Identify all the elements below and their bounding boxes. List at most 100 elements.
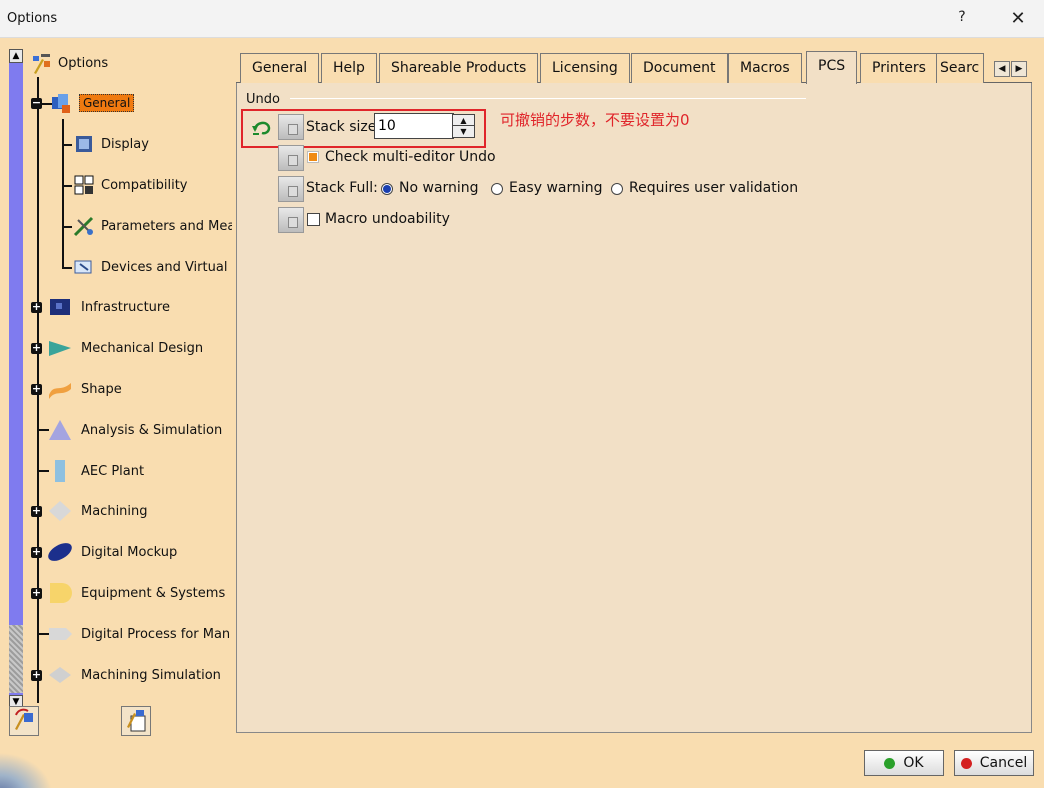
stack-size-lock-button[interactable] — [278, 114, 304, 140]
cancel-button-label: Cancel — [979, 755, 1028, 771]
radio-no-warning[interactable] — [381, 183, 393, 195]
macro-lock-button[interactable] — [278, 207, 304, 233]
stack-size-input[interactable] — [374, 113, 454, 139]
radio-requires-validation-label[interactable]: Requires user validation — [629, 180, 798, 196]
tab-licensing[interactable]: Licensing — [540, 53, 630, 83]
tree-item-label: General — [79, 94, 135, 112]
undo-icon[interactable] — [250, 116, 274, 138]
tab-macros[interactable]: Macros — [728, 53, 802, 83]
tree-connector — [62, 267, 72, 269]
tree-item-parameters[interactable]: Parameters and Meas — [72, 214, 232, 238]
tree-item-machining[interactable]: Machining — [48, 499, 232, 523]
tree-item-equipment[interactable]: Equipment & Systems — [48, 581, 232, 605]
analysis-icon — [49, 420, 71, 440]
radio-requires-validation[interactable] — [611, 183, 623, 195]
tree-item-label: Digital Process for Manu — [81, 626, 231, 642]
tab-strip: General Help Shareable Products Licensin… — [236, 49, 1032, 84]
options-tree: ▲ ▼ Options − General Display Compatibil… — [0, 39, 233, 709]
tree-item-mechanical-design[interactable]: Mechanical Design — [48, 336, 232, 360]
undo-section-title: Undo — [246, 92, 280, 107]
tree-item-devices[interactable]: Devices and Virtual R — [72, 255, 232, 279]
close-button[interactable]: ✕ — [1000, 6, 1036, 32]
infrastructure-expander[interactable]: + — [31, 301, 42, 313]
tab-search[interactable]: Searc — [936, 53, 984, 83]
tree-item-compatibility[interactable]: Compatibility — [72, 173, 232, 197]
tree-item-label: AEC Plant — [81, 463, 145, 479]
dialog-body: ▲ ▼ Options − General Display Compatibil… — [0, 39, 1044, 788]
tree-connector — [62, 144, 72, 146]
tree-item-general[interactable]: General — [50, 91, 230, 115]
tree-item-label: Mechanical Design — [81, 340, 204, 356]
digital-process-icon — [49, 628, 72, 640]
radio-no-warning-label[interactable]: No warning — [399, 180, 479, 196]
radio-easy-warning[interactable] — [491, 183, 503, 195]
tab-scroll-left[interactable]: ◀ — [994, 61, 1010, 77]
options-icon — [33, 54, 50, 74]
tree-item-shape[interactable]: Shape — [48, 377, 232, 401]
tab-pcs[interactable]: PCS — [806, 51, 858, 84]
machining-expander[interactable]: + — [31, 505, 42, 517]
tab-help[interactable]: Help — [321, 53, 377, 83]
equipment-icon — [50, 583, 72, 603]
tree-item-digital-mockup[interactable]: Digital Mockup — [48, 540, 232, 564]
mechanical-design-icon — [49, 341, 71, 356]
infrastructure-icon — [50, 299, 70, 315]
mechanical-design-expander[interactable]: + — [31, 342, 42, 354]
tree-connector — [62, 226, 72, 228]
tab-printers[interactable]: Printers — [860, 53, 938, 83]
tab-general[interactable]: General — [240, 53, 320, 83]
ok-button-label: OK — [903, 755, 924, 771]
radio-easy-warning-label[interactable]: Easy warning — [509, 180, 603, 196]
tree-item-infrastructure[interactable]: Infrastructure — [48, 295, 232, 319]
tree-item-aec-plant[interactable]: AEC Plant — [48, 459, 232, 483]
macro-undoability-checkbox[interactable] — [307, 213, 320, 226]
stack-full-lock-button[interactable] — [278, 176, 304, 202]
general-expander[interactable]: − — [31, 97, 42, 109]
machining-icon — [49, 501, 71, 521]
tab-scroll-right[interactable]: ▶ — [1011, 61, 1027, 77]
tree-item-analysis[interactable]: Analysis & Simulation — [48, 418, 232, 442]
tree-item-display[interactable]: Display — [72, 132, 232, 156]
tree-item-digital-process[interactable]: Digital Process for Manu — [48, 622, 232, 646]
window-title: Options — [7, 11, 58, 26]
digital-mockup-expander[interactable]: + — [31, 546, 42, 558]
macro-undoability-label[interactable]: Macro undoability — [325, 211, 450, 227]
parameters-icon — [73, 216, 94, 237]
machining-simulation-expander[interactable]: + — [31, 669, 42, 681]
ok-dot-icon — [884, 757, 896, 769]
help-button[interactable]: ? — [952, 9, 972, 29]
multi-editor-label[interactable]: Check multi-editor Undo — [325, 149, 496, 165]
reset-defaults-button[interactable] — [9, 706, 39, 736]
tree-item-machining-simulation[interactable]: Machining Simulation — [48, 663, 232, 687]
stack-size-spinner[interactable]: ▲ ▼ — [452, 114, 475, 138]
cancel-dot-icon — [960, 757, 972, 769]
tree-item-label: Compatibility — [101, 177, 188, 193]
spin-up-arrow[interactable]: ▲ — [453, 115, 474, 126]
multi-editor-checkbox[interactable] — [308, 152, 318, 162]
cancel-button[interactable]: Cancel — [954, 750, 1034, 776]
tree-item-label: Digital Mockup — [81, 544, 178, 560]
tree-item-label: Equipment & Systems — [81, 585, 226, 601]
tab-shareable-products[interactable]: Shareable Products — [379, 53, 539, 83]
devices-icon — [74, 260, 92, 274]
aec-plant-icon — [55, 460, 65, 482]
tree-root-options[interactable]: Options — [30, 51, 230, 75]
ok-button[interactable]: OK — [864, 750, 944, 776]
scroll-up-arrow[interactable]: ▲ — [9, 49, 23, 63]
spin-down-arrow[interactable]: ▼ — [453, 126, 474, 137]
equipment-expander[interactable]: + — [31, 587, 42, 599]
tree-item-label: Display — [101, 136, 149, 152]
tree-connector — [62, 185, 72, 187]
general-icon — [52, 94, 70, 113]
export-settings-button[interactable] — [121, 706, 151, 736]
stack-size-label: Stack size — [306, 119, 377, 135]
tree-item-label: Machining Simulation — [81, 667, 221, 683]
tree-item-label: Devices and Virtual R — [101, 259, 232, 275]
stack-full-label: Stack Full: — [306, 180, 378, 196]
tab-document[interactable]: Document — [631, 53, 728, 83]
tree-item-label: Analysis & Simulation — [81, 422, 223, 438]
tree-branch-line — [62, 119, 64, 269]
tree-scrollbar[interactable]: ▲ ▼ — [9, 49, 23, 709]
shape-expander[interactable]: + — [31, 383, 42, 395]
multi-editor-lock-button[interactable] — [278, 145, 304, 171]
